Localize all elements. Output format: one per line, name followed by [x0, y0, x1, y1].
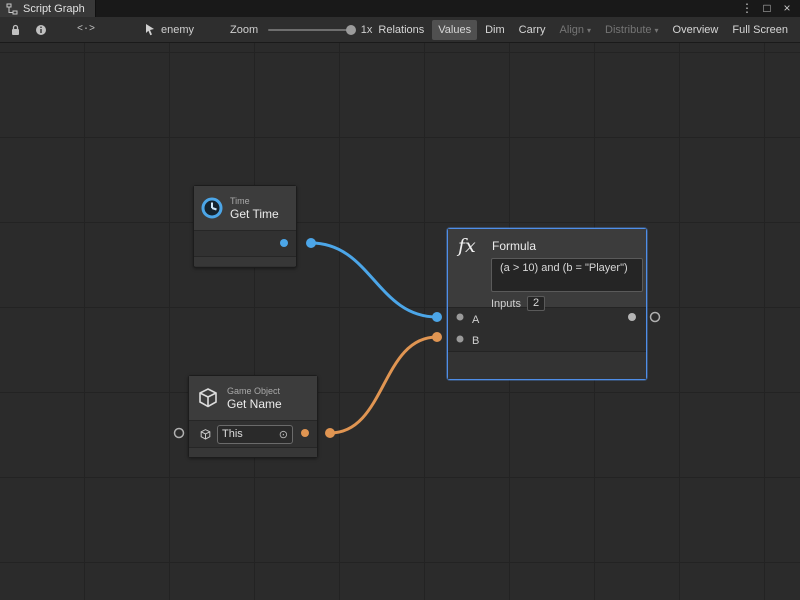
target-object-field[interactable]: This ⊙ [217, 425, 293, 444]
node-footer [194, 256, 296, 266]
overview-button[interactable]: Overview [667, 20, 725, 40]
dim-button[interactable]: Dim [479, 20, 511, 40]
window-controls: ⋮ □ × [740, 0, 800, 17]
zoom-value: 1x [361, 24, 373, 36]
chevron-down-icon: ▾ [587, 26, 591, 35]
values-button[interactable]: Values [432, 20, 477, 40]
node-header: fx Formula (a > 10) and (b = "Player") I… [448, 229, 646, 307]
node-footer [448, 351, 646, 379]
tab-title: Script Graph [23, 3, 85, 15]
title-bar: Script Graph ⋮ □ × [0, 0, 800, 17]
node-category: Time [230, 196, 279, 207]
graph-name[interactable]: enemy [145, 24, 194, 36]
node-get-time[interactable]: Time Get Time [193, 185, 297, 268]
port-row-b: B [448, 330, 646, 351]
cube-icon [196, 386, 220, 410]
inputs-count-input[interactable]: 2 [527, 296, 545, 311]
tab-script-graph[interactable]: Script Graph [0, 0, 96, 17]
cube-icon-small [199, 428, 212, 441]
node-title: Get Name [227, 397, 282, 411]
node-footer [189, 447, 317, 457]
node-port-row [194, 230, 296, 256]
menu-icon[interactable]: ⋮ [740, 0, 754, 17]
lock-icon[interactable] [10, 24, 21, 36]
port-a-label: A [472, 314, 479, 326]
node-header: Time Get Time [194, 186, 296, 230]
clock-icon [201, 197, 223, 219]
inputs-label: Inputs [491, 298, 521, 310]
node-title: Formula [492, 239, 536, 253]
target-value: This [222, 428, 243, 440]
maximize-icon[interactable]: □ [760, 0, 774, 17]
cursor-icon [145, 24, 156, 36]
script-graph-window: Script Graph ⋮ □ × <·> en [0, 0, 800, 600]
node-get-name[interactable]: Game Object Get Name This ⊙ [188, 375, 318, 458]
node-title: Get Time [230, 207, 279, 221]
toolbar: <·> enemy Zoom 1x Relations Values Dim C… [0, 17, 800, 43]
distribute-button[interactable]: Distribute▾ [599, 20, 664, 40]
align-button[interactable]: Align▾ [554, 20, 597, 40]
graph-canvas[interactable]: Time Get Time fx Formula (a > 10) and (b… [0, 43, 800, 600]
code-icon[interactable]: <·> [77, 24, 95, 35]
relations-button[interactable]: Relations [372, 20, 430, 40]
full-screen-button[interactable]: Full Screen [726, 20, 794, 40]
graph-icon [6, 3, 18, 15]
chevron-down-icon: ▾ [655, 26, 659, 35]
graph-name-label: enemy [161, 24, 194, 36]
zoom-slider[interactable] [268, 29, 353, 31]
node-category: Game Object [227, 386, 282, 397]
node-ports: A B [448, 307, 646, 351]
port-row-a: A [448, 309, 646, 330]
info-icon[interactable] [35, 24, 47, 36]
carry-button[interactable]: Carry [513, 20, 552, 40]
formula-expression-input[interactable]: (a > 10) and (b = "Player") [491, 258, 643, 292]
toolbar-buttons: Relations Values Dim Carry Align▾ Distri… [372, 20, 796, 40]
target-picker-icon[interactable]: ⊙ [279, 428, 288, 441]
close-icon[interactable]: × [780, 0, 794, 17]
zoom-label: Zoom [230, 24, 258, 36]
zoom-slider-handle[interactable] [346, 25, 356, 35]
formula-icon: fx [458, 235, 484, 257]
node-formula[interactable]: fx Formula (a > 10) and (b = "Player") I… [447, 228, 647, 380]
node-header: Game Object Get Name [189, 376, 317, 420]
port-b-label: B [472, 335, 479, 347]
node-port-row: This ⊙ [189, 420, 317, 447]
